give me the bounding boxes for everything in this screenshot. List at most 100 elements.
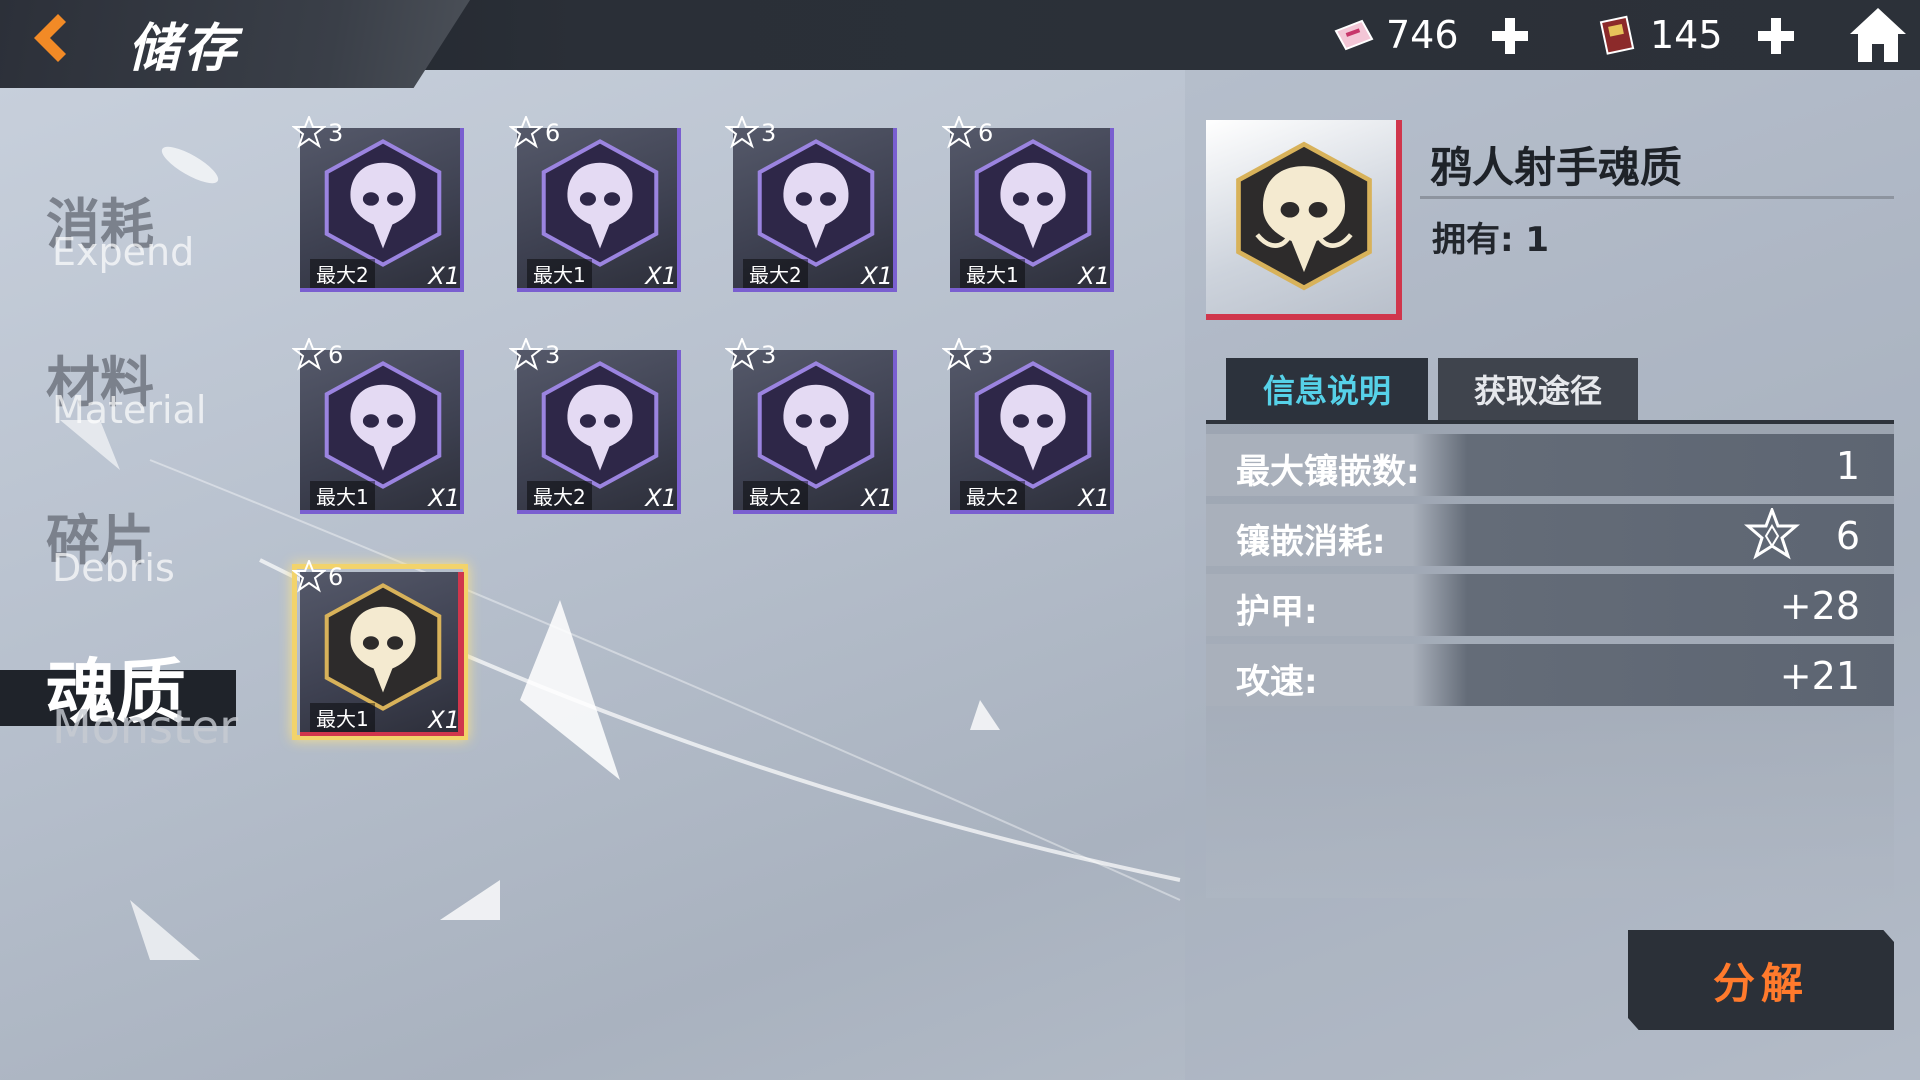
detail-owned-count: 拥有: 1 <box>1432 220 1550 260</box>
soul-icon <box>324 139 442 267</box>
star-rank-icon <box>292 338 326 371</box>
soul-icon <box>541 361 659 489</box>
quantity-label: X1 <box>861 484 893 512</box>
quantity-label: X1 <box>861 262 893 290</box>
rarity-badge: 3 <box>942 338 993 372</box>
ticket-icon <box>1334 19 1374 51</box>
rarity-badge: 6 <box>509 116 560 150</box>
tab-source[interactable]: 获取途径 <box>1438 358 1638 420</box>
card-pack-icon <box>1599 15 1635 55</box>
home-icon <box>1850 8 1906 62</box>
stat-label: 护甲: <box>1236 592 1318 632</box>
back-button[interactable] <box>20 8 100 68</box>
stats-panel: 最大镶嵌数: 1 镶嵌消耗: 6 护甲: +28 攻速: +21 <box>1206 420 1894 898</box>
rarity-badge: 3 <box>725 338 776 372</box>
detail-divider <box>1420 196 1894 199</box>
quantity-label: X1 <box>645 262 677 290</box>
currency-card-pack-value: 145 <box>1650 13 1723 57</box>
quantity-label: X1 <box>428 706 460 734</box>
max-inlay-label: 最大2 <box>743 481 808 510</box>
stat-row-max-inlay: 最大镶嵌数: 1 <box>1206 434 1894 496</box>
star-rank-icon <box>509 116 543 149</box>
soul-card[interactable]: 6 最大1 X1 <box>292 560 468 740</box>
soul-icon <box>757 139 875 267</box>
stat-label: 最大镶嵌数: <box>1236 452 1420 492</box>
rarity-value: 3 <box>328 119 344 147</box>
quantity-label: X1 <box>428 262 460 290</box>
tab-monster-en: Monster <box>52 700 239 754</box>
stat-row-armor: 护甲: +28 <box>1206 574 1894 636</box>
stats-panel-topline <box>1206 420 1894 424</box>
soul-card[interactable]: 6 最大1 X1 <box>942 116 1114 292</box>
quantity-label: X1 <box>428 484 460 512</box>
tab-debris-en: Debris <box>52 546 175 590</box>
rarity-value: 6 <box>545 119 561 147</box>
tab-debris[interactable]: 碎片 Debris <box>0 496 230 626</box>
star-cost-icon <box>1744 508 1800 560</box>
rarity-badge: 6 <box>292 338 343 372</box>
back-arrow-icon <box>34 14 66 62</box>
max-inlay-label: 最大2 <box>310 259 375 288</box>
rarity-value: 6 <box>328 563 344 591</box>
decompose-button[interactable]: 分解 <box>1628 930 1894 1030</box>
star-rank-icon <box>725 338 759 371</box>
quantity-label: X1 <box>1078 262 1110 290</box>
tab-material[interactable]: 材料 Material <box>0 338 230 468</box>
rarity-badge: 6 <box>292 560 343 594</box>
rarity-badge: 6 <box>942 116 993 150</box>
soul-card[interactable]: 6 最大1 X1 <box>292 338 464 514</box>
home-button[interactable] <box>1846 4 1910 66</box>
add-ticket-button[interactable] <box>1488 14 1532 58</box>
stat-row-inlay-cost: 镶嵌消耗: 6 <box>1206 504 1894 566</box>
stat-value: +21 <box>1779 654 1860 698</box>
rarity-value: 3 <box>545 341 561 369</box>
currency-ticket-value: 746 <box>1386 13 1459 57</box>
soul-card[interactable]: 6 最大1 X1 <box>509 116 681 292</box>
tab-monster[interactable]: 魂质 Monster <box>0 642 238 772</box>
soul-icon <box>541 139 659 267</box>
max-inlay-label: 最大1 <box>310 481 375 510</box>
tab-expend-en: Expend <box>52 230 195 274</box>
max-inlay-label: 最大1 <box>960 259 1025 288</box>
soul-icon <box>974 361 1092 489</box>
stat-value: 6 <box>1835 514 1860 558</box>
tab-info[interactable]: 信息说明 <box>1226 358 1428 420</box>
star-rank-icon <box>509 338 543 371</box>
stat-value: +28 <box>1779 584 1860 628</box>
max-inlay-label: 最大1 <box>527 259 592 288</box>
crow-archer-soul-icon <box>1236 141 1372 291</box>
soul-card[interactable]: 3 最大2 X1 <box>942 338 1114 514</box>
rarity-badge: 3 <box>509 338 560 372</box>
quantity-label: X1 <box>1078 484 1110 512</box>
stat-label: 镶嵌消耗: <box>1236 522 1386 562</box>
currency-card-pack: 145 <box>1596 8 1723 62</box>
star-rank-icon <box>292 116 326 149</box>
add-card-pack-button[interactable] <box>1754 14 1798 58</box>
soul-card[interactable]: 3 最大2 X1 <box>725 338 897 514</box>
soul-icon <box>974 139 1092 267</box>
star-rank-icon <box>725 116 759 149</box>
tab-material-en: Material <box>52 388 207 432</box>
soul-icon <box>324 361 442 489</box>
detail-icon-frame <box>1206 120 1402 320</box>
max-inlay-label: 最大2 <box>527 481 592 510</box>
star-rank-icon <box>942 116 976 149</box>
rarity-badge: 3 <box>292 116 343 150</box>
rarity-value: 3 <box>761 341 777 369</box>
star-rank-icon <box>942 338 976 371</box>
tab-expend[interactable]: 消耗 Expend <box>0 180 230 310</box>
soul-icon <box>324 583 442 711</box>
soul-card[interactable]: 3 最大2 X1 <box>725 116 897 292</box>
soul-card[interactable]: 3 最大2 X1 <box>509 338 681 514</box>
currency-ticket: 746 <box>1332 8 1459 62</box>
page-title: 储存 <box>128 19 241 79</box>
rarity-value: 6 <box>328 341 344 369</box>
soul-card[interactable]: 3 最大2 X1 <box>292 116 464 292</box>
soul-icon <box>757 361 875 489</box>
stat-row-attack-speed: 攻速: +21 <box>1206 644 1894 706</box>
rarity-value: 6 <box>978 119 994 147</box>
stat-value: 1 <box>1835 444 1860 488</box>
rarity-value: 3 <box>978 341 994 369</box>
max-inlay-label: 最大1 <box>310 703 375 732</box>
max-inlay-label: 最大2 <box>743 259 808 288</box>
